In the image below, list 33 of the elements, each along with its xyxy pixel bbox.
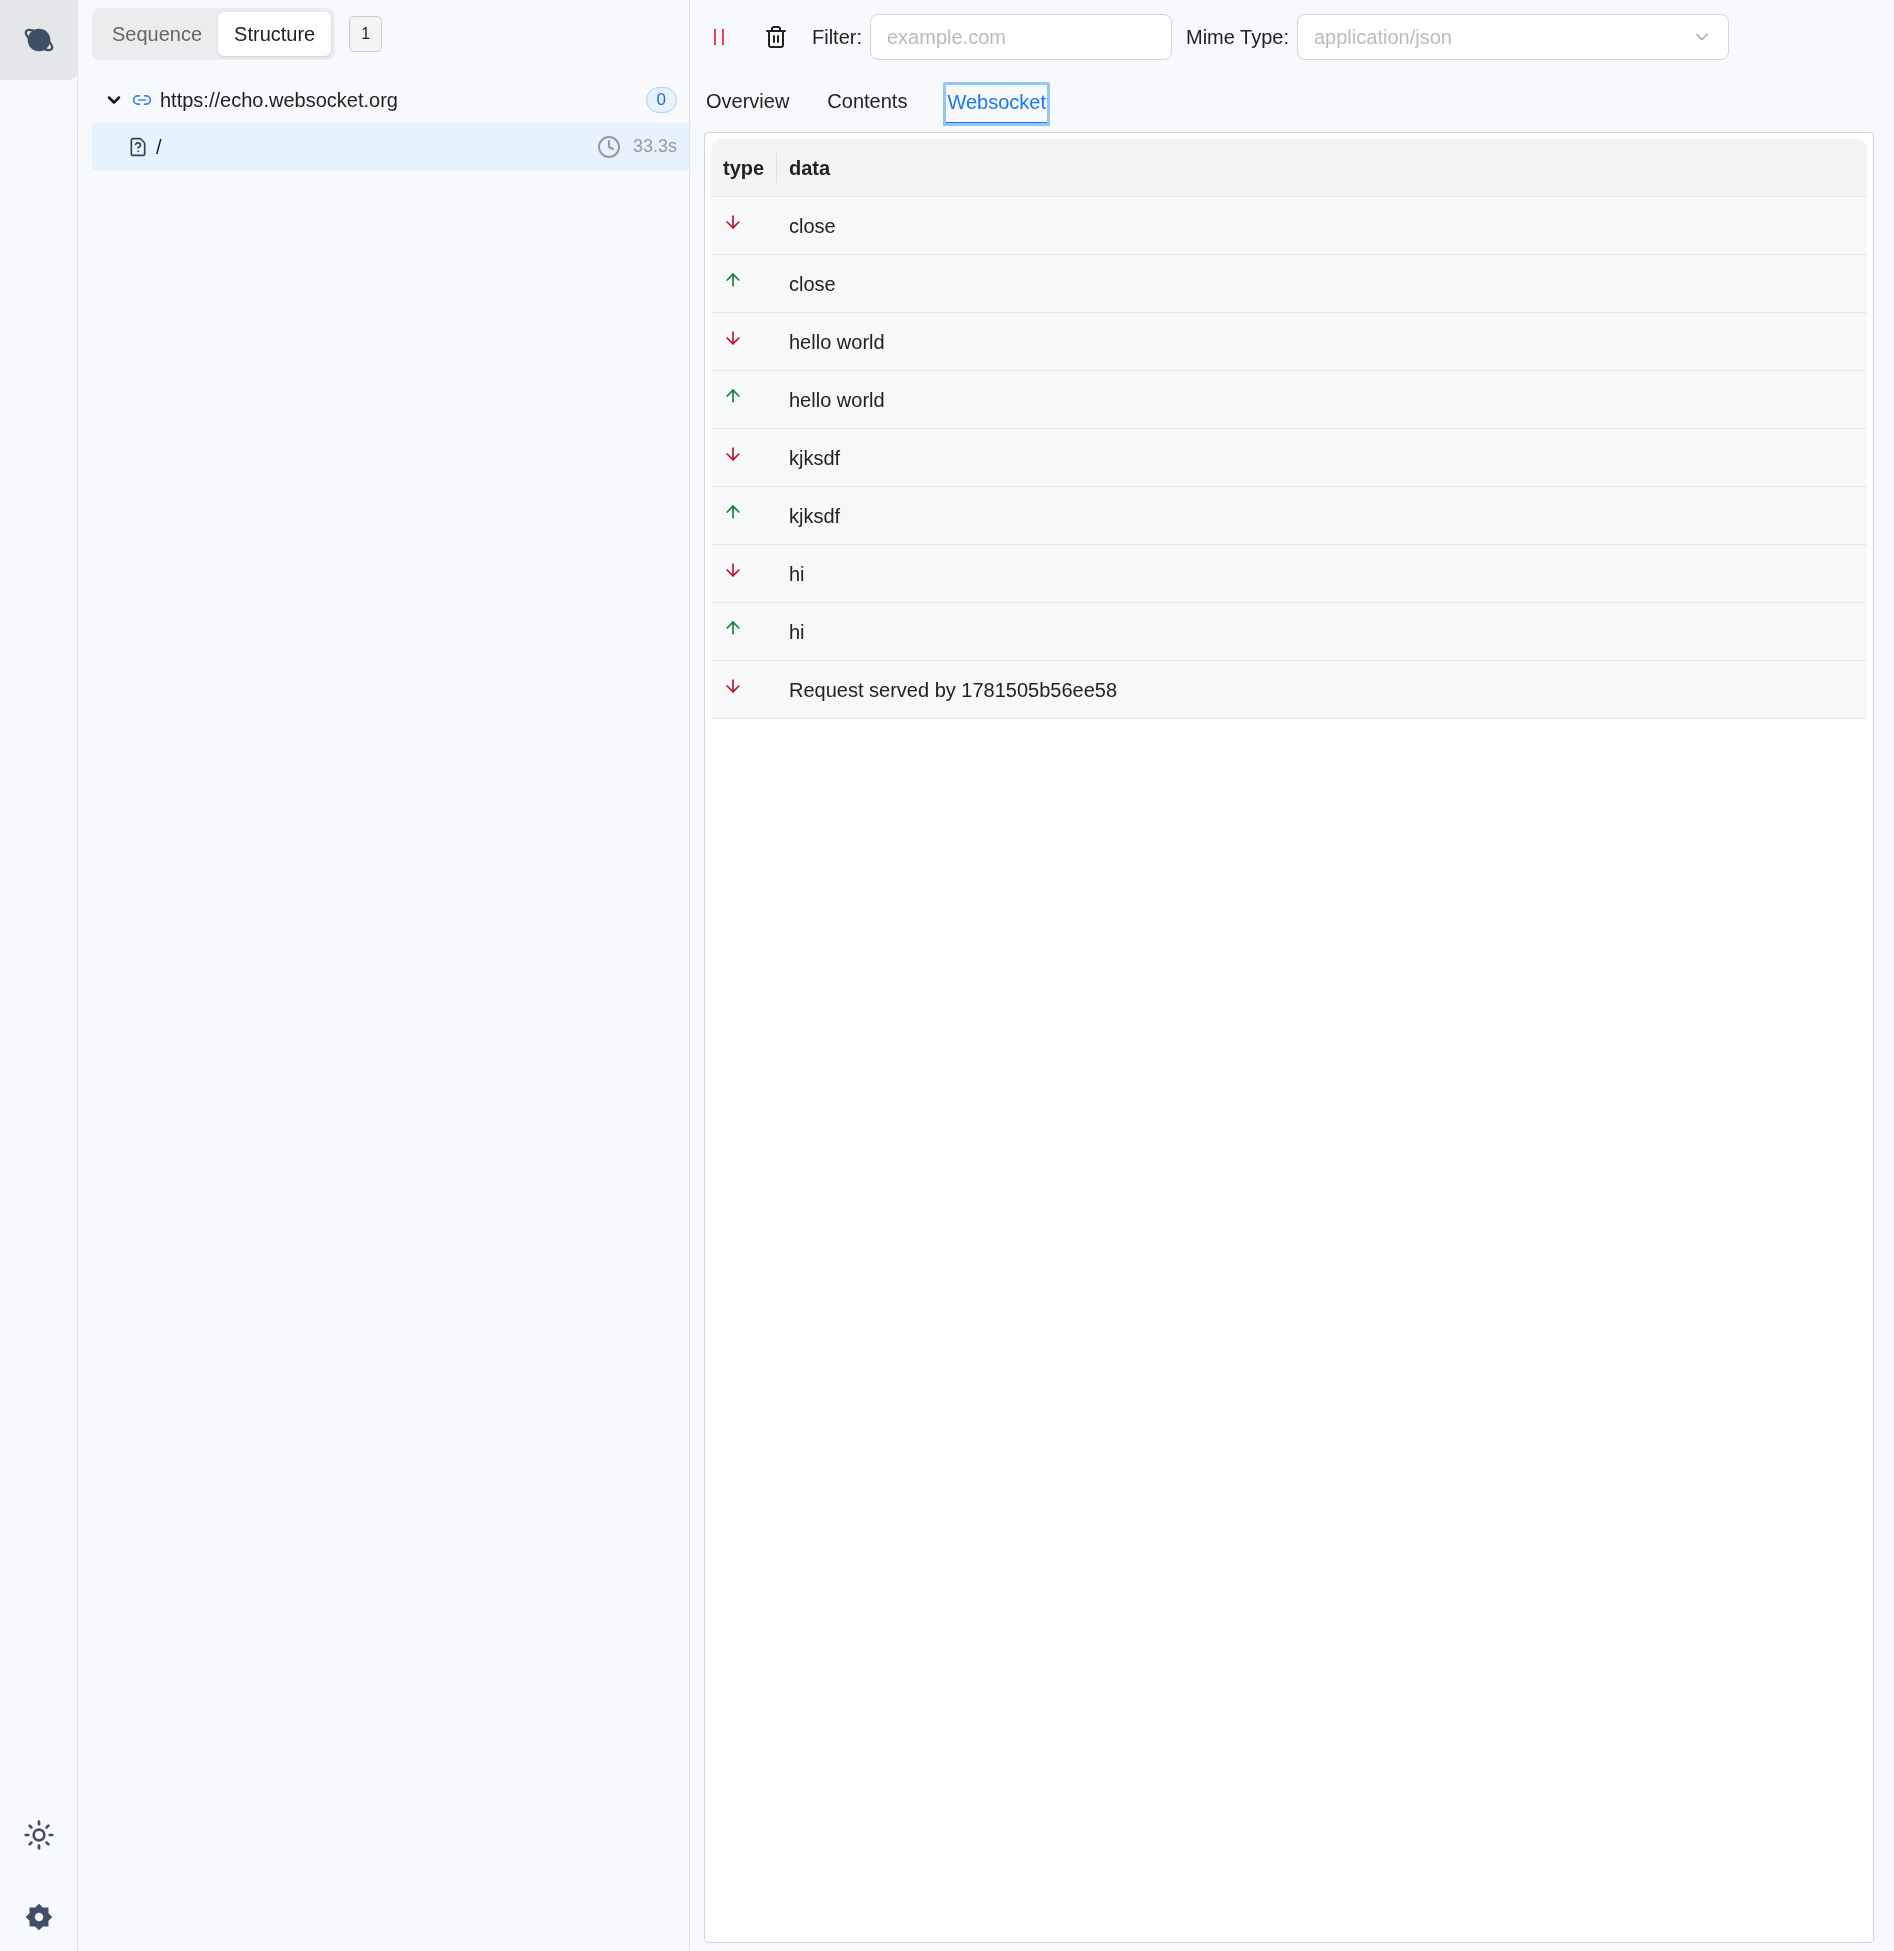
pause-icon (711, 27, 727, 47)
request-count: 1 (349, 16, 383, 52)
tree-label: / (156, 134, 162, 160)
mime-type-label: Mime Type: (1186, 25, 1289, 50)
sun-icon (22, 1819, 55, 1851)
tree-row[interactable]: / 33.3s (92, 123, 689, 170)
count-badge: 0 (645, 86, 677, 113)
clock-icon (596, 134, 621, 159)
tab[interactable]: Contents (825, 74, 910, 132)
table-cell-text: hi (788, 561, 805, 587)
table-cell-text: close (788, 271, 836, 297)
view-tab[interactable]: Structure (218, 12, 332, 56)
table-cell-text: kjksdf (788, 445, 841, 471)
theme-button[interactable] (22, 1819, 55, 1851)
app-logo-button[interactable] (0, 0, 77, 80)
trash-icon (764, 25, 788, 49)
file-icon (128, 136, 148, 157)
column-header: type (711, 152, 777, 183)
tree-row[interactable]: https://echo.websocket.org 0 (92, 76, 689, 123)
tree-label: https://echo.websocket.org (160, 87, 398, 113)
filter-field[interactable]: example.com (870, 14, 1172, 60)
filter-label: Filter: (812, 25, 862, 50)
table-cell-text: hello world (788, 387, 885, 413)
table-cell-text: close (788, 213, 836, 239)
table-cell-text: kjksdf (788, 503, 841, 529)
duration: 33.3s (632, 135, 677, 158)
tab[interactable]: Overview (704, 74, 792, 132)
table-cell-text: hello world (788, 329, 885, 355)
view-tab[interactable]: Sequence (96, 12, 219, 56)
table-cell-text: Request served by 1781505b56ee58 (788, 677, 1118, 703)
table-cell-text: hi (788, 619, 805, 645)
column-header: data (788, 155, 831, 181)
tab[interactable]: Websocket (943, 82, 1050, 126)
